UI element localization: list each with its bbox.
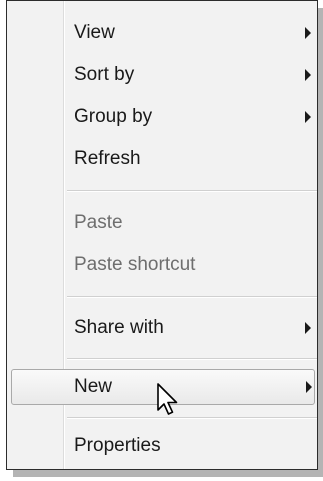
- menu-item-label: Properties: [74, 435, 161, 456]
- menu-item-sort-by[interactable]: Sort by: [7, 57, 317, 93]
- submenu-arrow-icon: [305, 69, 311, 81]
- menu-separator: [67, 190, 317, 192]
- menu-item-label: Paste: [74, 212, 123, 233]
- menu-item-share-with[interactable]: Share with: [7, 310, 317, 346]
- menu-item-view[interactable]: View: [7, 15, 317, 51]
- menu-item-label: Group by: [74, 106, 153, 127]
- submenu-arrow-icon: [305, 322, 311, 334]
- submenu-arrow-icon: [305, 27, 311, 39]
- menu-item-properties[interactable]: Properties: [7, 428, 317, 464]
- menu-separator: [67, 358, 317, 360]
- menu-separator: [67, 296, 317, 298]
- menu-item-refresh[interactable]: Refresh: [7, 141, 317, 177]
- menu-item-label: Refresh: [74, 148, 141, 169]
- menu-item-label: Sort by: [74, 64, 135, 85]
- menu-item-label: Paste shortcut: [74, 254, 196, 275]
- menu-item-group-by[interactable]: Group by: [7, 99, 317, 135]
- submenu-arrow-icon: [305, 111, 311, 123]
- submenu-arrow-icon: [306, 381, 312, 393]
- menu-item-label: View: [74, 22, 115, 43]
- menu-item-label: Share with: [74, 317, 164, 338]
- menu-item-paste: Paste: [7, 205, 317, 241]
- arrow-pointer-icon: [157, 383, 178, 415]
- menu-separator: [67, 417, 317, 419]
- menu-item-paste-shortcut: Paste shortcut: [7, 247, 317, 283]
- menu-item-label: New: [74, 376, 113, 397]
